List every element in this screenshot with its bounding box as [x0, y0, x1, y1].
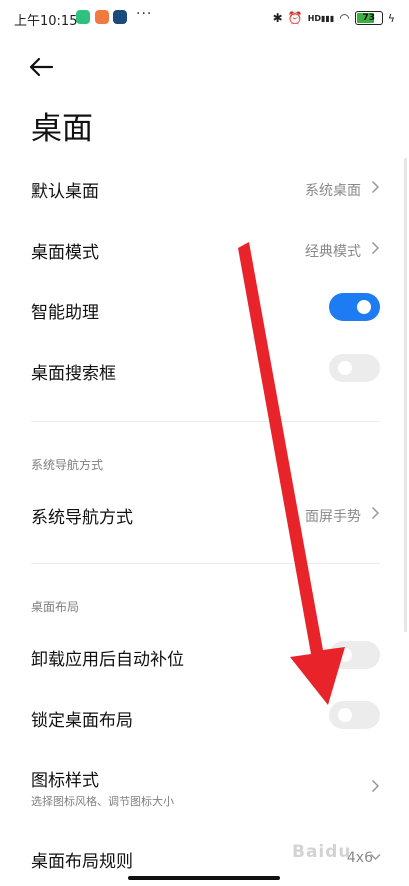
icon-style-subtitle: 选择图标风格、调节图标大小 — [31, 795, 174, 808]
chevron-down-icon — [370, 853, 381, 861]
status-bar: 上午10:15 ··· ✱ ⏰ HD▮▮▮ ◠ 73 ϟ — [0, 0, 409, 36]
lock-layout-toggle[interactable] — [329, 701, 380, 729]
battery-icon: 73 — [354, 11, 383, 25]
page-title: 桌面 — [31, 111, 93, 147]
home-indicator[interactable] — [128, 876, 280, 880]
icon-style-row[interactable]: 图标样式 选择图标风格、调节图标大小 — [0, 752, 409, 816]
default-desktop-row[interactable]: 默认桌面 系统桌面 — [0, 158, 409, 218]
auto-fill-row: 卸载应用后自动补位 — [0, 625, 409, 685]
auto-fill-toggle[interactable] — [329, 641, 380, 669]
section-header-layout: 桌面布局 — [31, 600, 80, 614]
chevron-right-icon — [371, 180, 380, 194]
smart-assistant-row: 智能助理 — [0, 278, 409, 338]
lock-layout-row: 锁定桌面布局 — [0, 686, 409, 746]
chevron-right-icon — [371, 506, 380, 520]
desktop-mode-label: 桌面模式 — [31, 243, 99, 263]
desktop-search-label: 桌面搜索框 — [31, 364, 116, 384]
nav-method-label: 系统导航方式 — [31, 508, 133, 528]
layout-rule-label: 桌面布局规则 — [31, 852, 133, 872]
app-notification-icon — [95, 10, 109, 24]
wifi-icon: ◠ — [339, 11, 350, 25]
nav-method-value: 面屏手势 — [305, 509, 361, 525]
scrollbar[interactable] — [404, 158, 407, 632]
bluetooth-icon: ✱ — [272, 11, 283, 25]
desktop-search-toggle[interactable] — [329, 354, 380, 382]
app-notification-icon — [76, 10, 90, 24]
desktop-mode-row[interactable]: 桌面模式 经典模式 — [0, 218, 409, 278]
icon-style-label: 图标样式 — [31, 771, 99, 791]
desktop-mode-value: 经典模式 — [305, 244, 361, 260]
nav-method-row[interactable]: 系统导航方式 面屏手势 — [0, 482, 409, 542]
divider — [31, 421, 380, 422]
status-time: 上午10:15 — [14, 14, 78, 29]
auto-fill-label: 卸载应用后自动补位 — [31, 650, 184, 670]
lock-layout-label: 锁定桌面布局 — [31, 711, 133, 731]
alarm-icon: ⏰ — [287, 11, 303, 25]
baidu-watermark: Baidu — [292, 842, 352, 862]
desktop-search-row: 桌面搜索框 — [0, 338, 409, 398]
charging-icon: ϟ — [387, 11, 395, 25]
default-desktop-value: 系统桌面 — [305, 183, 361, 199]
back-arrow-icon[interactable] — [26, 52, 56, 82]
smart-assistant-toggle[interactable] — [329, 293, 380, 321]
app-notification-icon — [113, 10, 127, 24]
chevron-right-icon — [371, 241, 380, 255]
default-desktop-label: 默认桌面 — [31, 182, 99, 202]
smart-assistant-label: 智能助理 — [31, 303, 99, 323]
battery-level: 73 — [362, 13, 375, 23]
chevron-right-icon — [371, 779, 380, 793]
more-notifications-icon: ··· — [136, 6, 153, 22]
signal-icon: HD▮▮▮ — [307, 13, 335, 23]
signal-label: HD — [307, 13, 322, 23]
section-header-navigation: 系统导航方式 — [31, 458, 104, 472]
divider — [31, 563, 380, 564]
